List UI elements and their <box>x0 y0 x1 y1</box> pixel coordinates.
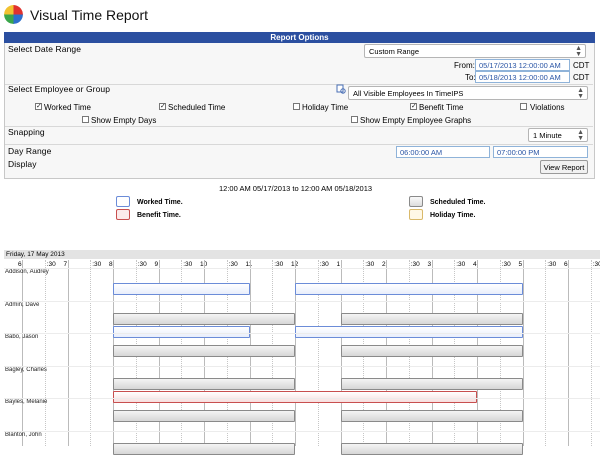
hour-gridline <box>522 260 524 446</box>
hour-gridline <box>67 260 69 446</box>
employee-group-label: Select Employee or Group <box>8 84 111 94</box>
app-logo-icon <box>4 5 23 24</box>
divider <box>5 126 593 127</box>
scheduled-time-checkbox[interactable]: ✓ <box>159 103 166 110</box>
to-tz-label: CDT <box>573 73 590 82</box>
hour-gridline <box>22 260 23 446</box>
date-range-select-value: Custom Range <box>369 47 420 56</box>
scheduled-time-bar[interactable] <box>340 442 523 455</box>
employee-name: Admin, Dave <box>5 301 40 308</box>
employee-name: Bagley, Charles <box>5 366 47 373</box>
day-range-end-field[interactable]: 07:00:00 PM <box>493 146 588 158</box>
snapping-label: Snapping <box>8 127 45 137</box>
date-range-label: Select Date Range <box>8 44 82 54</box>
half-hour-gridline <box>90 260 92 446</box>
scheduled-time-bar[interactable] <box>113 345 295 357</box>
row-divider <box>4 365 600 367</box>
scheduled-time-bar[interactable] <box>340 410 523 422</box>
day-range-label: Day Range <box>8 146 52 156</box>
select-arrows-icon: ▲ ▼ <box>577 87 584 100</box>
show-empty-days-checkbox[interactable] <box>82 116 89 123</box>
worked-time-bar[interactable] <box>295 325 523 338</box>
benefit-time-legend-label: Benefit Time. <box>137 212 181 219</box>
holiday-time-legend-swatch <box>409 209 423 220</box>
half-hour-gridline <box>590 260 592 446</box>
employee-picker-icon[interactable] <box>336 84 346 94</box>
employee-group-select-value: All Visible Employees In TimeIPS <box>353 89 464 98</box>
page-title: Visual Time Report <box>30 7 149 23</box>
benefit-time-bar[interactable] <box>113 390 477 403</box>
show-empty-employee-graphs-checkbox[interactable] <box>351 116 358 123</box>
worked-time-checkbox[interactable]: ✓ <box>35 103 42 110</box>
date-range-select[interactable]: Custom Range ▲ ▼ <box>364 44 586 58</box>
select-arrows-icon: ▲ ▼ <box>575 45 582 58</box>
row-divider <box>4 268 600 269</box>
worked-time-bar[interactable] <box>295 283 523 295</box>
scheduled-time-bar[interactable] <box>113 377 295 390</box>
from-date-field[interactable]: 05/17/2013 12:00:00 AM <box>475 59 570 71</box>
benefit-time-checkbox[interactable]: ✓ <box>410 103 417 110</box>
employee-name: Addison, Audrey <box>5 269 49 275</box>
holiday-time-legend-label: Holiday Time. <box>430 212 476 219</box>
select-arrows-icon: ▲ ▼ <box>577 129 584 142</box>
employee-name: Babo, Jason <box>5 334 39 340</box>
from-tz-label: CDT <box>573 61 590 70</box>
display-label: Display <box>8 159 37 169</box>
view-report-button[interactable]: View Report <box>540 160 588 174</box>
violations-label: Violations <box>530 103 565 112</box>
scheduled-time-legend-swatch <box>409 196 423 207</box>
half-hour-gridline <box>545 260 547 446</box>
to-date-field[interactable]: 05/18/2013 12:00:00 AM <box>475 71 570 83</box>
divider <box>5 144 593 145</box>
row-divider <box>4 398 600 399</box>
worked-time-bar[interactable] <box>113 325 250 338</box>
hour-gridline <box>568 260 569 446</box>
scheduled-time-bar[interactable] <box>340 345 523 357</box>
report-options-header: Report Options <box>4 32 595 43</box>
day-header: Friday, 17 May 2013 <box>4 250 600 259</box>
holiday-time-label: Holiday Time <box>302 103 349 112</box>
employee-group-select[interactable]: All Visible Employees In TimeIPS ▲ ▼ <box>348 86 588 100</box>
benefit-time-legend-swatch <box>116 209 130 220</box>
row-divider <box>4 430 600 432</box>
employee-name: Bayles, Melanie <box>5 399 48 405</box>
scheduled-time-bar[interactable] <box>113 410 295 422</box>
from-label: From: <box>454 61 475 70</box>
employee-name: Blanton, John <box>5 431 42 438</box>
snapping-select-value: 1 Minute <box>533 131 562 140</box>
scheduled-time-bar[interactable] <box>113 312 295 325</box>
show-empty-days-label: Show Empty Days <box>91 116 157 125</box>
scheduled-time-bar[interactable] <box>340 377 523 390</box>
violations-checkbox[interactable] <box>520 103 527 110</box>
worked-time-label: Worked Time <box>44 103 91 112</box>
worked-time-legend-swatch <box>116 196 130 207</box>
report-range-text: 12:00 AM 05/17/2013 to 12:00 AM 05/18/20… <box>219 184 373 193</box>
show-empty-employee-graphs-label: Show Empty Employee Graphs <box>360 116 472 125</box>
worked-time-bar[interactable] <box>113 283 250 295</box>
holiday-time-checkbox[interactable] <box>293 103 300 110</box>
row-divider <box>4 300 600 302</box>
scheduled-time-legend-label: Scheduled Time. <box>430 199 486 206</box>
row-divider <box>4 333 600 334</box>
scheduled-time-bar[interactable] <box>340 312 523 325</box>
snapping-select[interactable]: 1 Minute ▲ ▼ <box>528 128 588 142</box>
half-hour-gridline <box>44 260 46 446</box>
day-range-start-field[interactable]: 06:00:00 AM <box>396 146 490 158</box>
benefit-time-label: Benefit Time <box>419 103 464 112</box>
scheduled-time-label: Scheduled Time <box>168 103 226 112</box>
worked-time-legend-label: Worked Time. <box>137 199 183 206</box>
scheduled-time-bar[interactable] <box>113 442 295 455</box>
